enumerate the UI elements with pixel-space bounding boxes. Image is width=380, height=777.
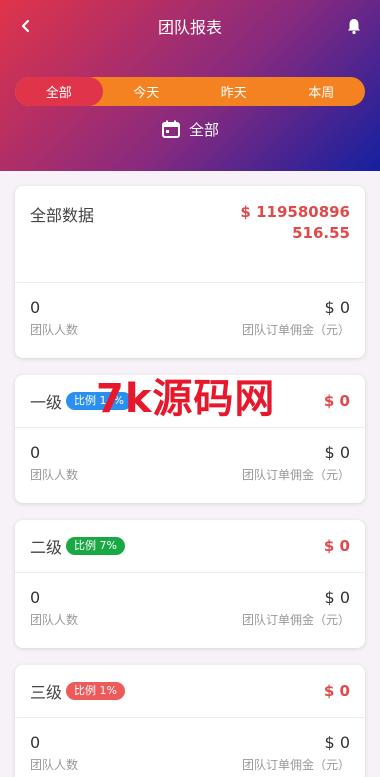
members-label: 团队人数 (30, 613, 79, 627)
level-1-header: 一级 比例 14% $ 0 (15, 375, 365, 428)
top-bar: 团队报表 (0, 0, 380, 52)
commission-stat: $ 0 团队订单佣金（元） (242, 443, 350, 483)
commission-label: 团队订单佣金（元） (241, 468, 350, 482)
summary-title: 全部数据 (30, 206, 95, 225)
commission-value: $ 0 (324, 588, 350, 607)
commission-stat: $ 0 团队订单佣金（元） (242, 733, 350, 773)
level-3-title: 三级 (30, 683, 63, 702)
level-3-ratio-badge: 比例 1% (66, 682, 125, 700)
bell-icon (348, 19, 360, 35)
commission-stat: $ 0 团队订单佣金（元） (242, 588, 350, 628)
level-3-title-group: 三级 比例 1% (30, 679, 125, 703)
summary-amount: $ 119580896516.55 (240, 203, 350, 242)
header-background: 团队报表 全部 今天 昨天 本周 全部 (0, 0, 380, 171)
level-2-body: 0 团队人数 $ 0 团队订单佣金（元） (15, 573, 365, 628)
commission-value: $ 0 (324, 733, 350, 752)
level-1-title-group: 一级 比例 14% (30, 389, 132, 413)
tab-this-week[interactable]: 本周 (278, 77, 366, 106)
level-1-ratio-badge: 比例 14% (66, 392, 132, 410)
members-label: 团队人数 (30, 758, 79, 772)
commission-label: 团队订单佣金（元） (241, 323, 350, 337)
level-3-amount: $ 0 (323, 682, 350, 700)
level-1-card: 一级 比例 14% $ 0 0 团队人数 $ 0 团队订单佣金（元） (15, 375, 365, 503)
tab-yesterday[interactable]: 昨天 (190, 77, 278, 106)
level-1-amount: $ 0 (323, 392, 350, 410)
level-2-amount: $ 0 (323, 537, 350, 555)
level-2-title-group: 二级 比例 7% (30, 534, 125, 558)
tab-today[interactable]: 今天 (103, 77, 191, 106)
summary-card: 全部数据 $ 119580896516.55 0 团队人数 $ 0 团队订单佣金… (15, 186, 365, 358)
commission-stat: $ 0 团队订单佣金（元） (242, 298, 350, 338)
date-label: 全部 (188, 120, 219, 139)
level-1-body: 0 团队人数 $ 0 团队订单佣金（元） (15, 428, 365, 483)
period-tabs: 全部 今天 昨天 本周 (15, 77, 365, 106)
level-3-body: 0 团队人数 $ 0 团队订单佣金（元） (15, 718, 365, 773)
commission-label: 团队订单佣金（元） (241, 758, 350, 772)
date-picker[interactable]: 全部 (0, 116, 380, 142)
members-stat: 0 团队人数 (30, 733, 78, 773)
level-2-ratio-badge: 比例 7% (66, 537, 125, 555)
members-value: 0 (30, 588, 41, 607)
summary-card-body: 0 团队人数 $ 0 团队订单佣金（元） (15, 283, 365, 338)
commission-value: $ 0 (324, 443, 350, 462)
commission-value: $ 0 (324, 298, 350, 317)
back-button[interactable] (14, 14, 38, 38)
members-stat: 0 团队人数 (30, 298, 78, 338)
members-stat: 0 团队人数 (30, 588, 78, 628)
level-3-card: 三级 比例 1% $ 0 0 团队人数 $ 0 团队订单佣金（元） (15, 665, 365, 777)
page-title: 团队报表 (157, 18, 222, 37)
members-value: 0 (30, 733, 41, 752)
level-2-title: 二级 (30, 538, 63, 557)
summary-card-header: 全部数据 $ 119580896516.55 (15, 186, 365, 283)
level-1-title: 一级 (30, 393, 63, 412)
level-3-header: 三级 比例 1% $ 0 (15, 665, 365, 718)
commission-label: 团队订单佣金（元） (241, 613, 350, 627)
tab-all[interactable]: 全部 (15, 77, 103, 106)
members-value: 0 (30, 298, 41, 317)
calendar-icon (161, 120, 180, 138)
members-label: 团队人数 (30, 468, 79, 482)
level-2-header: 二级 比例 7% $ 0 (15, 520, 365, 573)
members-value: 0 (30, 443, 41, 462)
members-stat: 0 团队人数 (30, 443, 78, 483)
notification-button[interactable] (342, 14, 366, 38)
chevron-left-icon (21, 19, 30, 33)
members-label: 团队人数 (30, 323, 79, 337)
level-2-card: 二级 比例 7% $ 0 0 团队人数 $ 0 团队订单佣金（元） (15, 520, 365, 648)
